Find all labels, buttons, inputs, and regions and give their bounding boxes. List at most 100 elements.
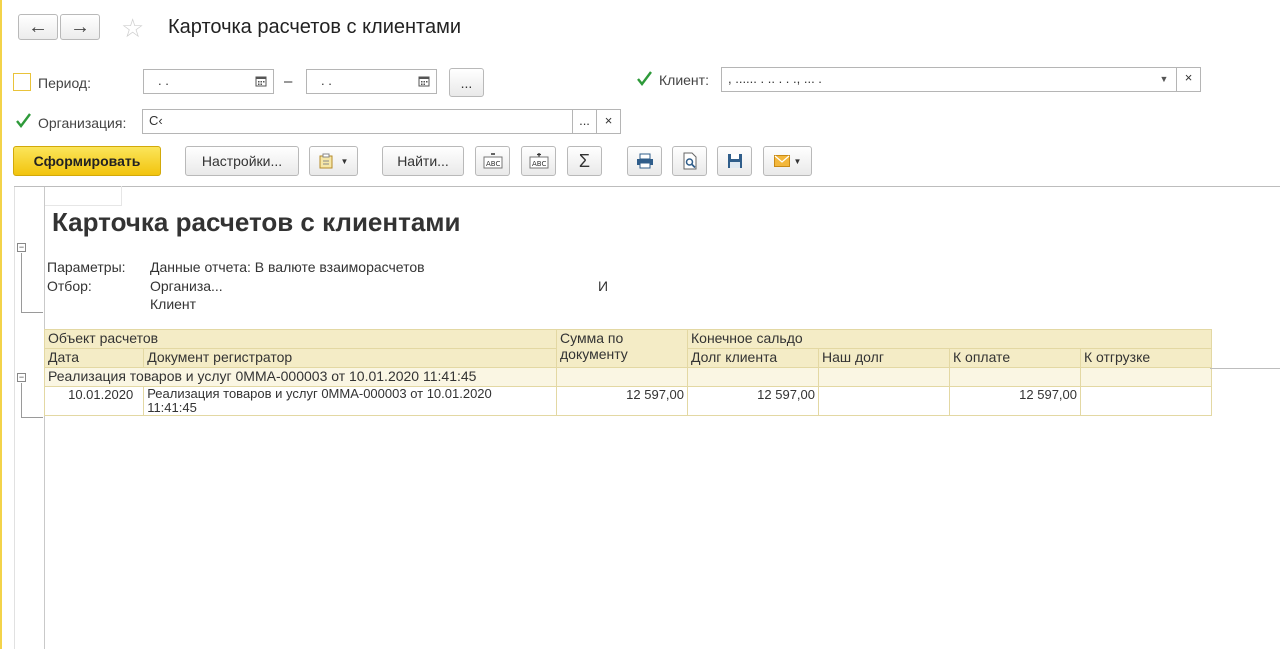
print-button[interactable] bbox=[627, 146, 662, 176]
row-to-ship bbox=[1080, 386, 1212, 416]
ellipsis-icon: ... bbox=[579, 113, 590, 128]
grouping-gutter-line bbox=[44, 187, 45, 649]
sum-button[interactable]: Σ bbox=[567, 146, 602, 176]
group-row-label: Реализация товаров и услуг 0ММА-000003 о… bbox=[44, 367, 557, 387]
envelope-icon bbox=[773, 155, 790, 167]
find-button[interactable]: Найти... bbox=[382, 146, 464, 176]
organization-label: Организация: bbox=[38, 115, 127, 131]
report-area bbox=[14, 186, 1280, 650]
settings-label: Настройки... bbox=[201, 153, 283, 169]
table-header-row: Объект расчетов Сумма по документу Конечн… bbox=[44, 329, 1212, 368]
close-icon: × bbox=[604, 113, 613, 128]
header-our-debt: Наш долг bbox=[818, 348, 950, 368]
organization-field[interactable]: С‹ bbox=[142, 109, 597, 134]
report-variants-icon bbox=[319, 153, 333, 169]
find-label: Найти... bbox=[397, 153, 449, 169]
client-clear-button[interactable]: × bbox=[1176, 67, 1201, 92]
forward-button[interactable]: → bbox=[60, 14, 100, 40]
client-value: , ...... . .. . . ., ... . bbox=[728, 71, 822, 86]
filter-client: Клиент bbox=[150, 296, 197, 312]
row-to-pay: 12 597,00 bbox=[949, 386, 1081, 416]
left-accent-bar bbox=[0, 0, 2, 649]
page-title: Карточка расчетов с клиентами bbox=[168, 16, 462, 38]
header-to-pay: К оплате bbox=[949, 348, 1081, 368]
close-icon: × bbox=[1184, 70, 1193, 85]
table-row[interactable]: 10.01.2020 Реализация товаров и услуг 0М… bbox=[43, 386, 1212, 416]
variants-button[interactable]: ▼ bbox=[309, 146, 358, 176]
calendar-icon bbox=[255, 76, 267, 87]
favorite-star-icon[interactable]: ☆ bbox=[121, 14, 144, 42]
report-left-border bbox=[14, 187, 15, 649]
period-from-value: . . bbox=[158, 73, 169, 88]
save-button[interactable] bbox=[717, 146, 752, 176]
client-dropdown-button[interactable]: ▼ bbox=[1153, 68, 1175, 90]
arrow-left-icon: ← bbox=[28, 15, 48, 38]
floppy-disk-icon bbox=[727, 154, 742, 168]
preview-button[interactable] bbox=[672, 146, 707, 176]
report-table: Объект расчетов Сумма по документу Конечн… bbox=[43, 329, 1212, 416]
send-email-button[interactable]: ▼ bbox=[763, 146, 812, 176]
ellipsis-icon: ... bbox=[460, 74, 473, 91]
row-date: 10.01.2020 bbox=[43, 386, 145, 416]
filter-organization: Организа... bbox=[150, 278, 223, 294]
header-date: Дата bbox=[43, 348, 145, 368]
chevron-down-icon: ▼ bbox=[1159, 74, 1169, 84]
generate-button[interactable]: Сформировать bbox=[13, 146, 161, 176]
settings-button[interactable]: Настройки... bbox=[185, 146, 299, 176]
header-sum-doc-line1: Сумма по bbox=[560, 330, 624, 346]
group-tree-end bbox=[21, 417, 43, 418]
row-group-extension-line bbox=[1210, 368, 1280, 369]
organization-choose-button[interactable]: ... bbox=[572, 109, 597, 134]
checkmark-icon bbox=[16, 113, 31, 128]
period-checkbox[interactable] bbox=[13, 73, 31, 91]
header-doc: Документ регистратор bbox=[143, 348, 557, 368]
header-client-debt: Долг клиента bbox=[687, 348, 819, 368]
chevron-down-icon: ▼ bbox=[340, 156, 349, 166]
expand-groups-button[interactable]: ABC bbox=[521, 146, 556, 176]
row-doc-line1: Реализация товаров и услуг 0ММА-000003 о… bbox=[147, 386, 492, 401]
client-field[interactable]: , ...... . .. . . ., ... . bbox=[721, 67, 1177, 92]
period-to-value: . . bbox=[321, 73, 332, 88]
back-button[interactable]: ← bbox=[18, 14, 58, 40]
client-checkbox[interactable] bbox=[635, 70, 653, 88]
generate-label: Сформировать bbox=[33, 153, 141, 169]
print-preview-icon bbox=[683, 152, 696, 170]
svg-text:ABC: ABC bbox=[532, 160, 546, 168]
svg-text:ABC: ABC bbox=[486, 160, 500, 168]
collapse-params-icon[interactable]: − bbox=[17, 243, 26, 252]
group-tree-line bbox=[21, 383, 22, 418]
params-label: Параметры: bbox=[47, 259, 126, 275]
period-label: Период: bbox=[38, 75, 91, 91]
row-client-debt: 12 597,00 bbox=[687, 386, 819, 416]
header-sum-doc-line2: документу bbox=[560, 346, 628, 362]
chevron-down-icon: ▼ bbox=[793, 156, 802, 166]
organization-checkbox[interactable] bbox=[14, 112, 32, 130]
params-value: Данные отчета: В валюте взаиморасчетов bbox=[150, 259, 425, 275]
calendar-from-button[interactable] bbox=[250, 70, 272, 92]
params-group-line bbox=[21, 253, 22, 313]
group-cell bbox=[1080, 367, 1212, 387]
calendar-to-button[interactable] bbox=[413, 70, 435, 92]
period-choose-button[interactable]: ... bbox=[449, 68, 484, 97]
row-sum: 12 597,00 bbox=[556, 386, 688, 416]
row-doc[interactable]: Реализация товаров и услуг 0ММА-000003 о… bbox=[143, 386, 557, 416]
group-row[interactable]: Реализация товаров и услуг 0ММА-000003 о… bbox=[44, 367, 1212, 387]
header-final-balance: Конечное сальдо bbox=[687, 329, 1212, 349]
arrow-right-icon: → bbox=[70, 15, 90, 38]
report-corner-cell bbox=[45, 186, 122, 206]
collapse-groups-button[interactable]: ABC bbox=[475, 146, 510, 176]
row-doc-line2: 11:41:45 bbox=[147, 400, 197, 415]
row-our-debt bbox=[818, 386, 950, 416]
collapse-group-icon[interactable]: − bbox=[17, 373, 26, 382]
group-cell bbox=[949, 367, 1081, 387]
abc-expand-icon: ABC bbox=[529, 153, 548, 169]
group-cell bbox=[556, 367, 688, 387]
group-cell bbox=[687, 367, 819, 387]
header-sum-doc: Сумма по документу bbox=[556, 329, 688, 368]
header-object: Объект расчетов bbox=[44, 329, 557, 349]
report-title: Карточка расчетов с клиентами bbox=[52, 207, 461, 237]
checkmark-icon bbox=[637, 71, 652, 86]
params-group-end bbox=[21, 312, 43, 313]
organization-clear-button[interactable]: × bbox=[596, 109, 621, 134]
sigma-icon: Σ bbox=[578, 150, 591, 171]
